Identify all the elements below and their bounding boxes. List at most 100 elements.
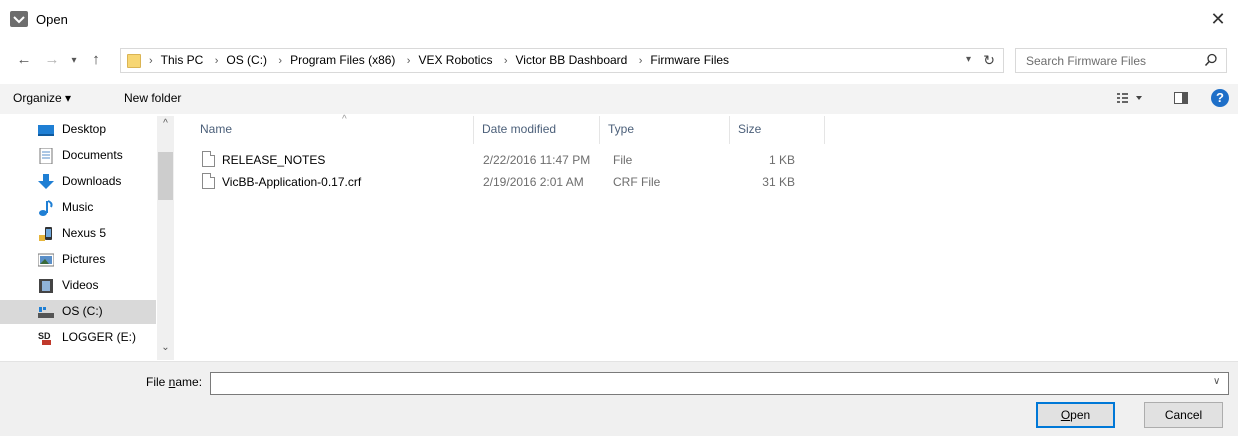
file-name: VicBB-Application-0.17.crf [222,175,362,189]
sidebar-item-label: LOGGER (E:) [62,330,137,344]
file-name-label: File name: [146,375,202,389]
open-button-label: pen [1070,408,1091,422]
file-name-label-pre: File [146,375,169,389]
column-header-date[interactable]: Date modified [474,116,600,144]
view-options-icon [1117,93,1142,103]
sidebar-item-label: Downloads [62,174,122,188]
documents-icon [39,148,53,164]
dialog-footer: File name: ∨ Open Cancel [0,361,1238,436]
address-bar[interactable]: › This PC › OS (C:) › Program Files (x86) ›… [120,48,1004,73]
cancel-button[interactable]: Cancel [1144,402,1223,428]
chevron-right-icon[interactable]: › [149,55,153,67]
file-size: 31 KB [762,175,795,189]
file-name-label-post: ame: [175,375,203,389]
sidebar-item-nexus-5[interactable]: Nexus 5 [34,222,156,246]
file-size: 1 KB [768,153,795,167]
sidebar-item-videos[interactable]: Videos [34,274,156,298]
forward-arrow-icon[interactable]: → [42,50,62,70]
column-header-name[interactable]: Name ^ [192,114,474,144]
sidebar-item-downloads[interactable]: Downloads [34,170,156,194]
file-type: File [613,153,633,167]
sidebar-item-documents[interactable]: Documents [34,144,156,168]
up-arrow-icon[interactable]: ↑ [86,50,106,70]
sidebar-item-logger-e[interactable]: SD LOGGER (E:) [34,326,156,350]
window-title: Open [36,12,68,27]
pictures-icon [38,253,54,267]
music-icon [39,200,53,216]
sidebar-item-label: Videos [62,278,99,292]
sidebar-item-label: OS (C:) [62,304,103,318]
file-name: RELEASE_NOTES [222,153,326,167]
search-input[interactable]: Search Firmware Files [1026,54,1146,68]
dialog-app-icon [10,11,28,27]
file-name-dropdown-icon[interactable]: ∨ [1213,376,1220,387]
navigation-bar: ← → ▾ ↑ › This PC › OS (C:) › Program Files… [0,44,1238,78]
navigation-pane: Desktop Documents Downloads Music Nexus … [0,116,174,360]
column-header-label: Type [608,122,635,136]
breadcrumb-os-c[interactable]: OS (C:) [226,53,267,67]
sidebar-item-pictures[interactable]: Pictures [34,248,156,272]
sort-ascending-icon: ^ [342,114,347,125]
refresh-icon[interactable]: ↻ [983,52,995,69]
search-icon[interactable] [1204,53,1218,67]
address-dropdown-icon[interactable]: ▾ [966,54,971,65]
sd-card-icon: SD [38,331,51,345]
file-date: 2/22/2016 11:47 PM [483,153,591,167]
sidebar-item-label: Documents [62,148,123,162]
organize-button[interactable]: Organize ▾ [13,91,71,105]
breadcrumb-vex-robotics[interactable]: VEX Robotics [418,53,492,67]
sidebar-item-label: Desktop [62,122,107,136]
help-icon[interactable]: ? [1211,89,1229,107]
column-header-label: Name [200,122,233,136]
column-header-label: Date modified [482,122,557,136]
chevron-right-icon[interactable]: › [407,55,411,67]
chevron-right-icon[interactable]: › [215,55,219,67]
scrollbar-thumb[interactable] [158,152,173,200]
breadcrumb-firmware-files[interactable]: Firmware Files [650,53,729,67]
open-button[interactable]: Open [1036,402,1115,428]
file-list: Name ^ Date modified Type Size RELEASE_N… [175,114,1238,360]
command-toolbar: Organize ▾ New folder ? [0,84,1238,114]
file-name-field[interactable] [210,372,1229,395]
downloads-icon [38,174,54,189]
close-icon[interactable]: ✕ [1208,8,1228,30]
column-header-label: Size [738,122,762,136]
folder-icon [127,54,141,68]
file-type: CRF File [613,175,661,189]
file-row[interactable]: RELEASE_NOTES 2/22/2016 11:47 PM File 1 … [175,149,825,171]
recent-locations-chevron-icon[interactable]: ▾ [64,51,84,71]
drive-icon [38,307,54,318]
chevron-right-icon[interactable]: › [504,55,508,67]
scroll-down-icon[interactable]: ⌄ [157,342,174,356]
file-icon [202,151,215,167]
sidebar-item-desktop[interactable]: Desktop [34,118,156,142]
breadcrumb-victor-bb-dashboard[interactable]: Victor BB Dashboard [516,53,628,67]
sidebar-item-label: Music [62,200,94,214]
phone-icon [39,227,52,241]
sidebar-item-os-c[interactable]: OS (C:) [0,300,156,324]
chevron-right-icon[interactable]: › [639,55,643,67]
new-folder-button[interactable]: New folder [124,91,181,105]
title-bar: Open ✕ [0,0,1238,40]
sidebar-item-label: Nexus 5 [62,226,107,240]
sidebar-item-label: Pictures [62,252,106,266]
breadcrumb-this-pc[interactable]: This PC [161,53,204,67]
column-header-size[interactable]: Size [730,116,825,144]
sidebar-item-music[interactable]: Music [34,196,156,220]
file-row[interactable]: VicBB-Application-0.17.crf 2/19/2016 2:0… [175,171,825,193]
search-box[interactable]: Search Firmware Files [1015,48,1227,73]
file-icon [202,173,215,189]
preview-pane-icon[interactable] [1174,92,1188,104]
svg-text:SD: SD [38,331,51,341]
navigation-scrollbar[interactable]: ^ ⌄ [157,116,174,360]
chevron-right-icon[interactable]: › [278,55,282,67]
breadcrumb-program-files[interactable]: Program Files (x86) [290,53,395,67]
videos-icon [39,279,53,293]
desktop-icon [38,125,54,136]
column-header-type[interactable]: Type [600,116,730,144]
open-button-accesskey: O [1060,408,1071,422]
change-view-button[interactable] [1116,91,1146,107]
scroll-up-icon[interactable]: ^ [157,118,174,132]
back-arrow-icon[interactable]: ← [14,50,34,70]
file-date: 2/19/2016 2:01 AM [483,175,584,189]
